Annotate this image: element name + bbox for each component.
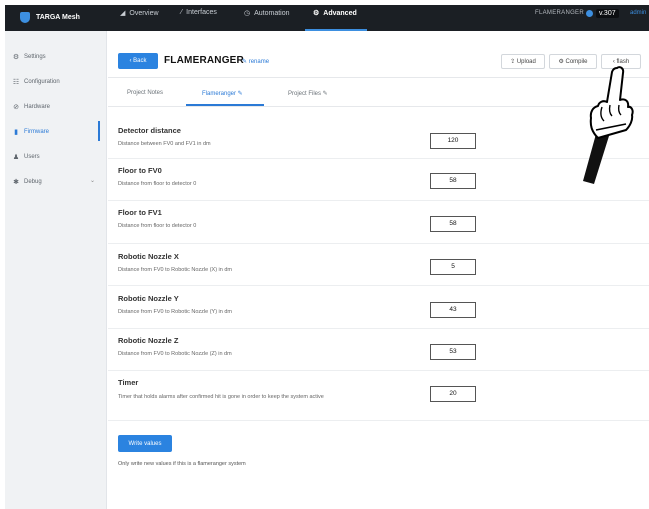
sidebar-item-firmware[interactable]: ▮ Firmware: [12, 128, 49, 136]
nav-automation[interactable]: ◷ Automation: [244, 9, 290, 18]
write-values-button[interactable]: Write values: [118, 435, 172, 452]
version-badge: v.307: [596, 9, 619, 18]
divider: [108, 370, 649, 371]
info-icon: [586, 10, 593, 17]
sidebar-item-label: Firmware: [24, 129, 49, 135]
brand[interactable]: TARGA Mesh: [20, 12, 80, 23]
clock-icon: ◷: [244, 10, 251, 17]
sidebar-item-settings[interactable]: ⚙ Settings: [12, 53, 46, 61]
upload-button[interactable]: ⇪ Upload: [501, 54, 545, 69]
sidebar-item-label: Debug: [24, 179, 42, 185]
nav-interfaces[interactable]: ⁄ Interfaces: [181, 9, 217, 16]
field-description: Timer that holds alarms after confirmed …: [118, 394, 324, 400]
field-label: Robotic Nozzle Z: [118, 336, 179, 345]
field-label: Timer: [118, 378, 139, 387]
field-description: Distance from floor to detector 0: [118, 223, 197, 229]
gear-icon: ⚙: [12, 54, 20, 61]
robotic-nozzle-x-input[interactable]: 5: [430, 259, 476, 275]
sidebar-item-hardware[interactable]: ⊘ Hardware: [12, 103, 50, 111]
field-description: Distance from FV0 to Robotic Nozzle (Y) …: [118, 309, 233, 315]
divider: [108, 328, 649, 329]
field-description: Distance from FV0 to Robotic Nozzle (X) …: [118, 267, 233, 273]
bug-icon: ✱: [13, 179, 19, 186]
sliders-icon: ☷: [12, 79, 20, 86]
divider: [108, 158, 649, 159]
robotic-nozzle-y-input[interactable]: 43: [430, 302, 476, 318]
field-description: Distance between FV0 and FV1 in dm: [118, 141, 211, 147]
nav-label: Automation: [254, 9, 290, 17]
brand-name: TARGA Mesh: [36, 14, 80, 21]
field-description: Distance from FV0 to Robotic Nozzle (Z) …: [118, 351, 232, 357]
divider: [108, 200, 649, 201]
user-icon: ♟: [12, 154, 20, 161]
divider: [108, 285, 649, 286]
nav-label: Overview: [129, 9, 159, 17]
nav-label: Advanced: [323, 9, 357, 17]
floor-to-fv0-input[interactable]: 58: [430, 173, 476, 189]
divider: [108, 106, 649, 107]
nav-active-indicator: [305, 29, 367, 31]
divider: [108, 420, 649, 421]
sidebar-active-indicator: [98, 121, 100, 141]
field-label: Robotic Nozzle X: [118, 252, 179, 261]
sidebar-item-label: Users: [24, 154, 40, 160]
divider: [108, 77, 649, 78]
field-label: Detector distance: [118, 126, 181, 135]
divider: [108, 243, 649, 244]
sidebar-item-label: Settings: [24, 54, 46, 60]
tab-project-files[interactable]: Project Files ✎: [288, 90, 328, 97]
nav-advanced[interactable]: ⚙ Advanced: [313, 9, 357, 18]
back-button[interactable]: ‹ Back: [118, 53, 158, 69]
tab-project-notes[interactable]: Project Notes: [127, 90, 163, 96]
device-name: FLAMERANGER: [535, 10, 584, 16]
robotic-nozzle-z-input[interactable]: 53: [430, 344, 476, 360]
field-description: Distance from floor to detector 0: [118, 181, 197, 187]
user-menu[interactable]: admin: [630, 10, 646, 16]
sidebar-item-configuration[interactable]: ☷ Configuration: [12, 78, 60, 86]
chip-icon: ⊘: [13, 104, 19, 111]
pointing-hand-icon: [583, 66, 634, 184]
detector-distance-input[interactable]: 120: [430, 133, 476, 149]
nav-label: Interfaces: [186, 9, 217, 16]
shield-logo-icon: [20, 12, 30, 23]
link-icon: ⁄: [181, 9, 183, 16]
chevron-down-icon[interactable]: ⌄: [90, 177, 95, 184]
write-note: Only write new values if this is a flame…: [118, 461, 246, 467]
sidebar-item-debug[interactable]: ✱ Debug: [12, 178, 42, 186]
sidebar-item-label: Configuration: [24, 79, 60, 85]
gear-icon: ⚙: [313, 10, 320, 17]
sidebar-item-label: Hardware: [24, 104, 51, 110]
field-label: Robotic Nozzle Y: [118, 294, 179, 303]
page-title: FLAMERANGER: [164, 55, 244, 66]
field-label: Floor to FV1: [118, 208, 162, 217]
sidebar-item-users[interactable]: ♟ Users: [12, 153, 40, 161]
field-label: Floor to FV0: [118, 166, 162, 175]
chart-icon: ◢: [120, 10, 126, 17]
rename-link[interactable]: ✎ rename: [242, 58, 269, 65]
floor-to-fv1-input[interactable]: 58: [430, 216, 476, 232]
nav-overview[interactable]: ◢ Overview: [120, 9, 159, 18]
tab-flameranger[interactable]: Flameranger ✎: [202, 90, 243, 97]
file-icon: ▮: [14, 129, 18, 136]
timer-input[interactable]: 20: [430, 386, 476, 402]
